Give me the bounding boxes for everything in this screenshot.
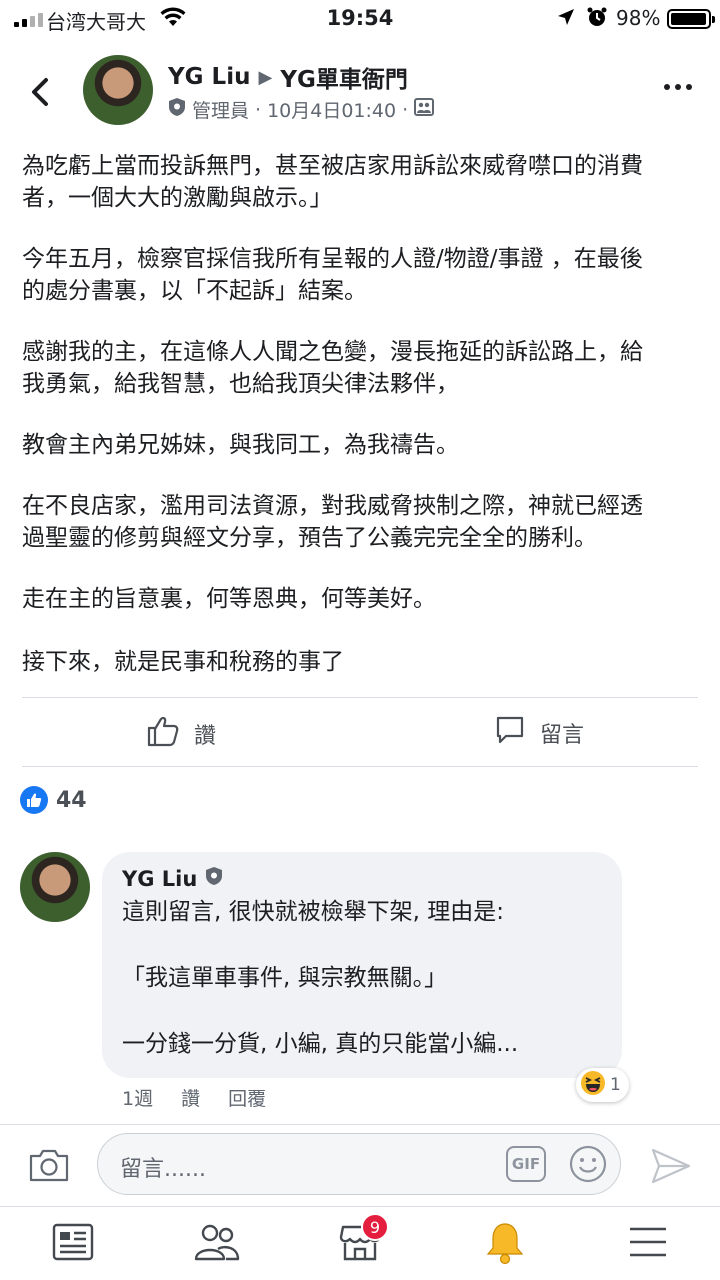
bell-icon[interactable] <box>484 1221 526 1269</box>
commenter-name[interactable]: YG Liu <box>122 867 197 891</box>
post-title: YG Liu ▶ YG單車衙門 <box>168 60 408 94</box>
comment-input-placeholder: 留言...... <box>120 1157 206 1182</box>
admin-shield-icon <box>205 866 223 891</box>
divider <box>22 697 698 698</box>
comment-reaction[interactable]: 1 <box>576 1068 629 1102</box>
post-paragraph: 走在主的旨意裏，何等恩典，何等美好。 <box>22 586 436 612</box>
comment-reply-link[interactable]: 回覆 <box>228 1084 266 1111</box>
notification-badge: 9 <box>361 1213 389 1241</box>
author-avatar[interactable] <box>83 55 153 125</box>
commenter-avatar[interactable] <box>20 852 90 922</box>
marketplace-icon[interactable]: 9 <box>339 1213 389 1267</box>
post-paragraph: 在不良店家，濫用司法資源，對我威脅挾制之際，神就已經透 過聖靈的修剪與經文分享，… <box>22 493 643 551</box>
menu-icon[interactable] <box>628 1221 668 1267</box>
comment-footer: 1週 讚 回覆 <box>122 1084 266 1111</box>
comment-bubble-icon <box>494 714 526 752</box>
emoji-icon[interactable] <box>568 1144 608 1188</box>
comment-like-link[interactable]: 讚 <box>181 1084 200 1111</box>
groups-icon[interactable] <box>194 1221 240 1267</box>
status-bar: 台湾大哥大 19:54 98% <box>0 0 720 38</box>
like-label: 讚 <box>194 724 217 749</box>
arrow-right-icon: ▶ <box>258 66 273 88</box>
comment-input[interactable]: 留言...... GIF <box>97 1133 621 1195</box>
thumbs-up-icon <box>146 714 180 754</box>
comment-time[interactable]: 1週 <box>122 1084 153 1111</box>
post-actions: 讚 留言 <box>0 702 720 764</box>
comment-composer: 留言...... GIF <box>0 1124 720 1206</box>
post-paragraph: 為吃虧上當而投訴無門，甚至被店家用訴訟來威脅噤口的消費 者，一個大大的激勵與啟示… <box>22 153 643 211</box>
comment-bubble[interactable]: YG Liu 這則留言, 很快就被檢舉下架, 理由是: 「我這單車事件, 與宗教… <box>102 852 622 1078</box>
comment-button[interactable]: 留言 <box>494 714 584 752</box>
camera-icon[interactable] <box>28 1147 70 1187</box>
like-reaction-icon <box>20 786 48 814</box>
alarm-clock-icon <box>586 6 608 33</box>
post-paragraph: 感謝我的主，在這條人人聞之色變，漫長拖延的訴訟路上，給 我勇氣，給我智慧，也給我… <box>22 339 643 397</box>
admin-shield-icon <box>168 97 186 122</box>
battery-icon <box>667 9 715 29</box>
status-clock: 19:54 <box>326 6 394 30</box>
separator-dot: · <box>402 98 409 121</box>
post-paragraph: 接下來，就是民事和稅務的事了 <box>22 649 344 675</box>
bottom-nav: 9 <box>0 1206 720 1280</box>
divider <box>22 766 698 767</box>
haha-emoji-icon <box>580 1070 606 1101</box>
author-name[interactable]: YG Liu <box>168 64 250 90</box>
separator-dot: · <box>255 98 262 121</box>
commenter-name-row: YG Liu <box>122 866 223 891</box>
like-count: 44 <box>56 787 87 813</box>
more-options-icon[interactable] <box>664 84 692 90</box>
gif-icon[interactable]: GIF <box>506 1146 546 1182</box>
battery-percent: 98% <box>616 6 661 30</box>
reaction-count: 1 <box>610 1075 621 1095</box>
comment-text: 這則留言, 很快就被檢舉下架, 理由是: 「我這單車事件, 與宗教無關。」 一分… <box>122 899 519 1057</box>
news-feed-icon[interactable] <box>52 1221 94 1267</box>
post-header: YG Liu ▶ YG單車衙門 管理員 · 10月4日01:40 · <box>0 40 720 144</box>
group-name[interactable]: YG單車衙門 <box>280 60 408 94</box>
role-label: 管理員 <box>192 100 250 122</box>
group-privacy-icon <box>414 98 435 121</box>
comment-label: 留言 <box>540 723 585 748</box>
post-meta: 管理員 · 10月4日01:40 · <box>168 96 435 123</box>
send-icon[interactable] <box>650 1147 692 1189</box>
location-arrow-icon <box>556 7 576 32</box>
back-arrow-icon[interactable] <box>26 74 56 110</box>
reaction-summary[interactable]: 44 <box>20 786 87 814</box>
post-paragraph: 教會主內弟兄姊妹，與我同工，為我禱告。 <box>22 432 459 458</box>
post-paragraph: 今年五月，檢察官採信我所有呈報的人證/物證/事證 ，在最後 的處分書裏，以「不起… <box>22 246 643 304</box>
like-button[interactable]: 讚 <box>146 714 216 754</box>
post-date[interactable]: 10月4日01:40 <box>267 96 396 123</box>
